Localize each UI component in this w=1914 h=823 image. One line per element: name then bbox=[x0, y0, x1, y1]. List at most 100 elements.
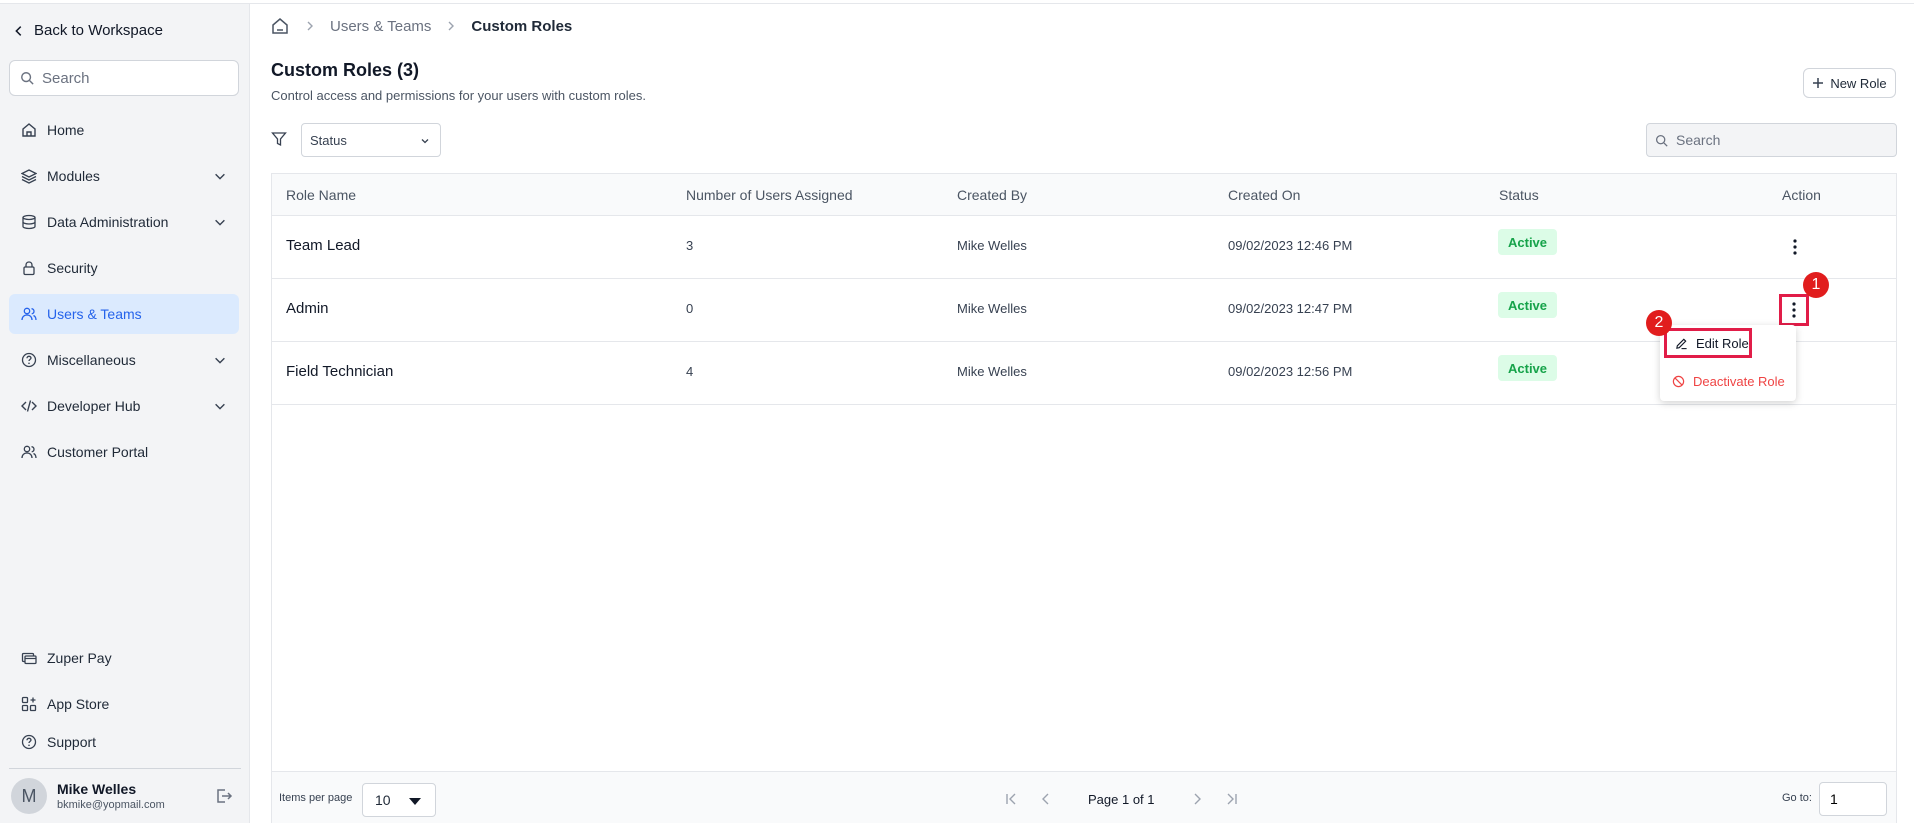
sidebar-item-modules[interactable]: Modules bbox=[9, 156, 239, 196]
breadcrumb-custom-roles: Custom Roles bbox=[471, 17, 573, 35]
sidebar-item-zuper-pay[interactable]: Zuper Pay bbox=[9, 638, 239, 678]
role-name: Admin bbox=[286, 300, 329, 317]
sidebar-item-label: Data Administration bbox=[47, 214, 169, 230]
chevron-left-icon bbox=[15, 25, 22, 36]
table-search[interactable] bbox=[1646, 123, 1897, 157]
last-page-icon bbox=[1227, 793, 1237, 805]
chevron-right-icon bbox=[448, 21, 455, 31]
table-search-input[interactable] bbox=[1676, 132, 1896, 148]
avatar: M bbox=[11, 778, 47, 814]
sidebar-item-miscellaneous[interactable]: Miscellaneous bbox=[9, 340, 239, 380]
chevron-down-icon bbox=[215, 357, 225, 364]
status-badge: Active bbox=[1498, 292, 1558, 318]
sidebar-item-data-administration[interactable]: Data Administration bbox=[9, 202, 239, 242]
sidebar-item-label: Developer Hub bbox=[47, 398, 141, 414]
code-icon bbox=[21, 400, 37, 412]
user-profile: M Mike Welles bkmike@yopmail.com bbox=[9, 768, 241, 823]
more-vertical-icon bbox=[1792, 302, 1796, 318]
items-per-page-select[interactable]: 10 bbox=[362, 783, 436, 817]
header-role-name: Role Name bbox=[286, 187, 357, 203]
created-on: 09/02/2023 12:47 PM bbox=[1228, 301, 1353, 316]
step-marker-1: 1 bbox=[1803, 272, 1829, 298]
breadcrumb-users-teams[interactable]: Users & Teams bbox=[330, 18, 431, 35]
caret-down-icon bbox=[409, 798, 421, 805]
plus-icon bbox=[1813, 78, 1824, 88]
sidebar-item-home[interactable]: Home bbox=[9, 110, 239, 150]
new-role-button[interactable]: New Role bbox=[1803, 68, 1896, 98]
items-per-page-label: Items per page bbox=[279, 792, 353, 804]
chevron-down-icon bbox=[215, 219, 225, 226]
created-on: 09/02/2023 12:56 PM bbox=[1228, 364, 1353, 379]
goto-page-input[interactable] bbox=[1819, 782, 1887, 816]
sidebar-item-customer-portal[interactable]: Customer Portal bbox=[9, 432, 239, 472]
sidebar-item-app-store[interactable]: App Store bbox=[9, 684, 239, 724]
top-border bbox=[0, 0, 1914, 4]
sidebar-item-label: Miscellaneous bbox=[47, 352, 136, 368]
sidebar-item-developer-hub[interactable]: Developer Hub bbox=[9, 386, 239, 426]
ban-icon bbox=[1672, 375, 1685, 387]
roles-table: Role Name Number of Users Assigned Creat… bbox=[271, 173, 1897, 823]
users-icon bbox=[21, 445, 37, 459]
role-name: Team Lead bbox=[286, 237, 361, 254]
row-action-menu-button[interactable] bbox=[1779, 294, 1809, 326]
pagination: Page 1 of 1 bbox=[1002, 789, 1241, 809]
sidebar-item-label: Customer Portal bbox=[47, 444, 149, 460]
goto-label: Go to: bbox=[1782, 792, 1812, 804]
status-badge: Active bbox=[1498, 355, 1558, 381]
header-action: Action bbox=[1782, 187, 1821, 203]
more-vertical-icon bbox=[1793, 239, 1797, 255]
header-created-by: Created By bbox=[957, 187, 1028, 203]
sidebar-search-input[interactable] bbox=[42, 69, 232, 87]
home-icon bbox=[22, 123, 36, 137]
row-action-menu-button[interactable] bbox=[1783, 235, 1807, 259]
breadcrumb: Users & Teams Custom Roles bbox=[270, 16, 572, 36]
deactivate-role-menu-item[interactable]: Deactivate Role bbox=[1664, 366, 1792, 396]
sidebar-item-users-teams[interactable]: Users & Teams bbox=[9, 294, 239, 334]
header-created-on: Created On bbox=[1228, 187, 1301, 203]
sidebar-item-label: Home bbox=[47, 122, 85, 138]
logout-icon[interactable] bbox=[215, 787, 233, 805]
table-footer: Items per page 10 Page 1 of 1 Go to: bbox=[272, 771, 1896, 823]
created-by: Mike Welles bbox=[957, 238, 1027, 253]
header-users-assigned: Number of Users Assigned bbox=[686, 187, 853, 203]
previous-page-button[interactable] bbox=[1036, 789, 1056, 809]
table-row: Field Technician 4 Mike Welles 09/02/202… bbox=[272, 342, 1896, 405]
sidebar-search[interactable] bbox=[9, 60, 239, 96]
first-page-button[interactable] bbox=[1002, 789, 1022, 809]
last-page-button[interactable] bbox=[1221, 789, 1241, 809]
edit-icon bbox=[1676, 338, 1687, 349]
status-filter-select[interactable]: Status bbox=[301, 123, 441, 157]
page-title: Custom Roles (3) bbox=[271, 60, 420, 80]
home-icon[interactable] bbox=[270, 16, 290, 36]
next-page-button[interactable] bbox=[1187, 789, 1207, 809]
back-label: Back to Workspace bbox=[34, 22, 163, 39]
chevron-right-icon bbox=[307, 21, 313, 31]
status-badge: Active bbox=[1498, 229, 1558, 255]
help-circle-icon bbox=[21, 352, 37, 368]
step-marker-2: 2 bbox=[1646, 310, 1672, 336]
back-to-workspace-link[interactable]: Back to Workspace bbox=[12, 22, 163, 39]
sidebar-item-label: Zuper Pay bbox=[47, 650, 112, 666]
sidebar-item-support[interactable]: Support bbox=[9, 722, 239, 762]
created-on: 09/02/2023 12:46 PM bbox=[1228, 238, 1353, 253]
role-name: Field Technician bbox=[286, 363, 394, 380]
sidebar-item-security[interactable]: Security bbox=[9, 248, 239, 288]
sidebar-item-label: Security bbox=[47, 260, 98, 276]
new-role-label: New Role bbox=[1830, 75, 1887, 91]
chevron-down-icon bbox=[215, 173, 225, 180]
deactivate-role-label: Deactivate Role bbox=[1693, 373, 1785, 389]
sidebar: Back to Workspace Home Modules Data Admi… bbox=[0, 4, 250, 823]
sidebar-item-label: Support bbox=[47, 734, 97, 750]
layers-icon bbox=[21, 169, 37, 184]
database-icon bbox=[22, 214, 36, 230]
status-filter-value: Status bbox=[310, 132, 347, 148]
users-assigned: 4 bbox=[686, 364, 694, 379]
table-row: Team Lead 3 Mike Welles 09/02/2023 12:46… bbox=[272, 216, 1896, 279]
edit-role-menu-item[interactable]: Edit Role bbox=[1664, 328, 1752, 358]
row-action-dropdown: Edit Role Deactivate Role bbox=[1660, 325, 1796, 401]
user-name: Mike Welles bbox=[57, 781, 137, 797]
sidebar-item-label: Modules bbox=[47, 168, 100, 184]
filter-icon[interactable] bbox=[271, 131, 287, 147]
users-assigned: 3 bbox=[686, 238, 694, 253]
page-subtitle: Control access and permissions for your … bbox=[271, 88, 646, 103]
